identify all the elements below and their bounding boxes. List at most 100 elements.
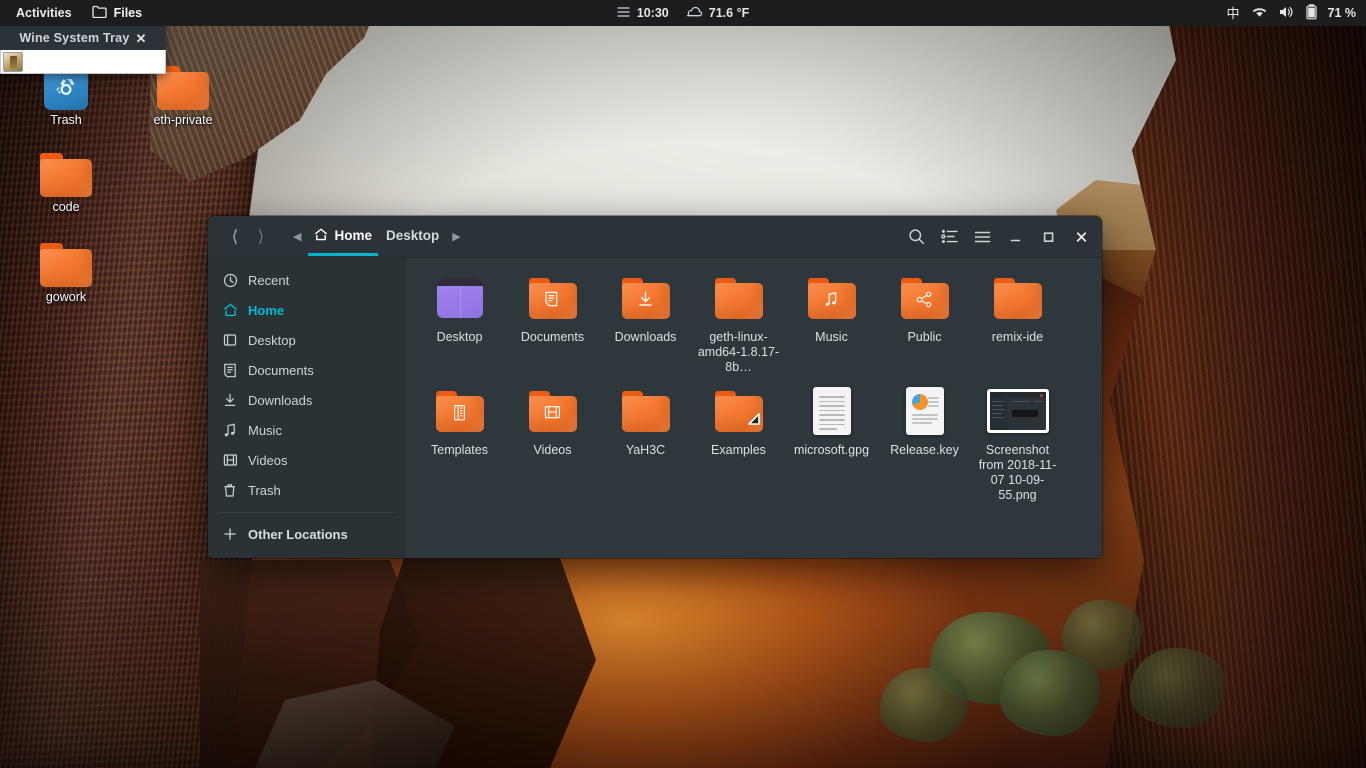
file-manager-body: Recent Home Desktop Documents Downloads … <box>208 258 1102 558</box>
documents-folder-icon <box>528 272 577 324</box>
close-button[interactable] <box>1066 222 1096 252</box>
wine-tray-title: Wine System Tray <box>19 31 130 45</box>
breadcrumb-label: Desktop <box>385 228 440 243</box>
image-file-icon <box>986 385 1049 437</box>
symlink-arrow-icon <box>746 411 762 431</box>
file-item-videos[interactable]: Videos <box>506 381 599 509</box>
file-label: Templates <box>431 443 488 457</box>
weather-indicator[interactable]: 71.6 °F <box>685 5 749 21</box>
file-item-public[interactable]: Public <box>878 268 971 381</box>
file-item-documents[interactable]: Documents <box>506 268 599 381</box>
file-item-desktop[interactable]: Desktop <box>413 268 506 381</box>
breadcrumb-label: Home <box>334 228 372 243</box>
breadcrumb-item-desktop[interactable]: Desktop <box>380 218 445 255</box>
file-label: Music <box>815 330 848 344</box>
wine-app-icon[interactable] <box>3 51 23 72</box>
videos-folder-icon <box>528 385 577 437</box>
file-item-music[interactable]: Music <box>785 268 878 381</box>
file-label: Desktop <box>436 330 483 344</box>
triangle-left-icon[interactable]: ◀ <box>288 230 306 243</box>
wine-tray-body <box>0 50 166 74</box>
file-label: geth-linux-amd64-1.8.17-8b… <box>697 330 780 374</box>
file-grid-view[interactable]: Desktop Documents Downloads geth-linux-a… <box>405 258 1102 558</box>
breadcrumb-item-home[interactable]: Home <box>308 218 378 256</box>
sidebar-item-label: Recent <box>248 272 290 288</box>
back-button[interactable]: ⟨ <box>222 224 248 250</box>
file-item-downloads[interactable]: Downloads <box>599 268 692 381</box>
weather-label: 71.6 °F <box>708 6 750 20</box>
search-button[interactable] <box>901 222 931 252</box>
file-item-yah3c[interactable]: YaH3C <box>599 381 692 509</box>
sidebar-item-downloads[interactable]: Downloads <box>208 385 404 415</box>
file-label: Documents <box>520 330 585 344</box>
desktop-folder-icon <box>436 272 483 324</box>
sidebar-item-home[interactable]: Home <box>208 295 404 325</box>
close-icon[interactable]: ✕ <box>136 32 147 45</box>
sidebar-item-trash[interactable]: Trash <box>208 475 404 505</box>
sidebar-item-label: Documents <box>248 362 314 378</box>
sidebar-item-label: Videos <box>248 452 288 468</box>
presentation-file-icon <box>905 385 944 437</box>
minimize-button[interactable] <box>1000 222 1030 252</box>
sidebar-item-recent[interactable]: Recent <box>208 265 404 295</box>
sidebar-divider <box>218 512 394 513</box>
music-folder-icon <box>807 272 856 324</box>
trash-icon <box>222 482 238 498</box>
folder-icon <box>993 272 1042 324</box>
sidebar-item-other-locations[interactable]: Other Locations <box>208 519 404 549</box>
breadcrumb: ◀ Home Desktop ▶ <box>288 218 466 256</box>
window-controls <box>901 222 1096 252</box>
clock-icon <box>222 272 238 288</box>
desktop-icon-label: Trash <box>50 113 82 127</box>
file-item-release-key[interactable]: Release.key <box>878 381 971 509</box>
file-item-templates[interactable]: Templates <box>413 381 506 509</box>
file-item-geth[interactable]: geth-linux-amd64-1.8.17-8b… <box>692 268 785 381</box>
desktop-icon-label: gowork <box>45 290 87 304</box>
clock-label: 10:30 <box>636 6 669 20</box>
file-label: Public <box>907 330 942 344</box>
downloads-folder-icon <box>621 272 670 324</box>
sidebar-item-label: Trash <box>248 482 281 498</box>
sidebar-item-documents[interactable]: Documents <box>208 355 404 385</box>
wine-system-tray-window[interactable]: Wine System Tray ✕ <box>0 26 166 74</box>
desktop-icon-gowork[interactable]: gowork <box>16 233 116 305</box>
sidebar-item-music[interactable]: Music <box>208 415 404 445</box>
document-icon <box>222 362 238 378</box>
maximize-button[interactable] <box>1033 222 1063 252</box>
cloud-icon <box>685 5 703 21</box>
sidebar-item-label: Other Locations <box>248 526 348 542</box>
file-item-screenshot[interactable]: Screenshot from 2018-11-07 10-09-55.png <box>971 381 1064 509</box>
sidebar-item-desktop[interactable]: Desktop <box>208 325 404 355</box>
plus-icon <box>222 526 238 542</box>
folder-symlink-icon <box>714 385 763 437</box>
file-manager-headerbar: ⟨ ⟩ ◀ Home Desktop ▶ <box>208 216 1102 258</box>
folder-icon <box>16 233 116 288</box>
home-icon <box>314 228 328 244</box>
forward-button[interactable]: ⟩ <box>248 224 274 250</box>
file-item-microsoft-gpg[interactable]: microsoft.gpg <box>785 381 878 509</box>
film-icon <box>222 452 238 468</box>
file-manager-window[interactable]: ⟨ ⟩ ◀ Home Desktop ▶ Recent Home Desktop… <box>208 216 1102 558</box>
folder-icon <box>714 272 763 324</box>
file-label: Videos <box>533 443 572 457</box>
desktop-icon-code[interactable]: code <box>16 143 116 215</box>
home-icon <box>222 302 238 318</box>
view-list-button[interactable] <box>934 222 964 252</box>
desktop-icon-label: code <box>52 200 80 214</box>
wine-tray-titlebar[interactable]: Wine System Tray ✕ <box>0 26 166 50</box>
triangle-right-icon[interactable]: ▶ <box>447 230 465 243</box>
sidebar-item-videos[interactable]: Videos <box>208 445 404 475</box>
file-item-remix-ide[interactable]: remix-ide <box>971 268 1064 381</box>
agenda-icon <box>617 6 630 21</box>
clock-button[interactable]: 10:30 <box>617 6 669 21</box>
gnome-top-bar: Activities Files 10:30 71.6 °F 中 71 % <box>0 0 1366 26</box>
file-label: Release.key <box>890 443 959 457</box>
desktop-icon <box>222 332 238 348</box>
folder-icon <box>621 385 670 437</box>
text-file-icon <box>812 385 851 437</box>
file-item-examples[interactable]: Examples <box>692 381 785 509</box>
menu-button[interactable] <box>967 222 997 252</box>
sidebar-item-label: Desktop <box>248 332 296 348</box>
public-folder-icon <box>900 272 949 324</box>
download-icon <box>222 392 238 408</box>
